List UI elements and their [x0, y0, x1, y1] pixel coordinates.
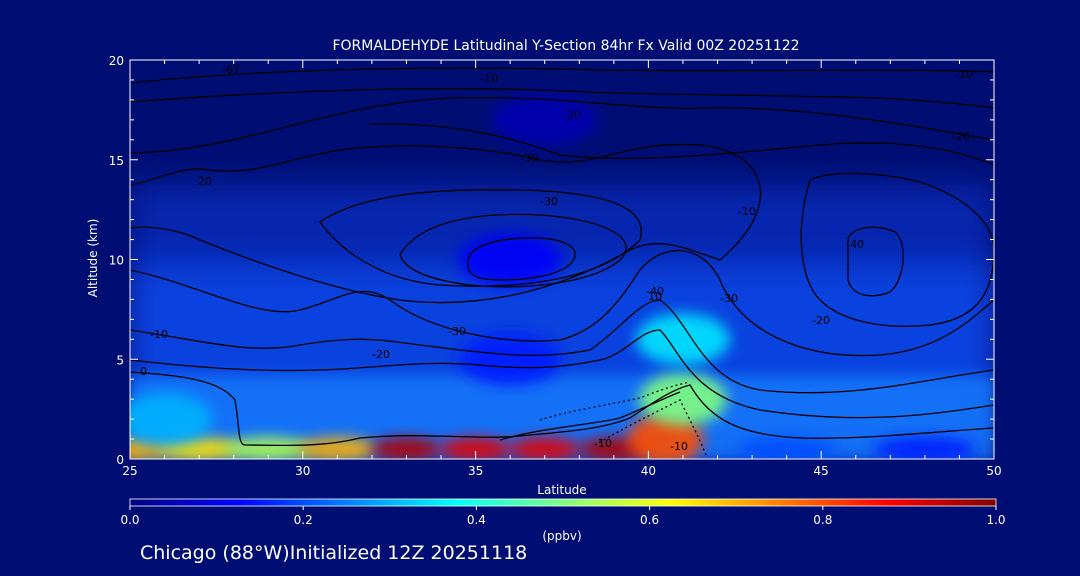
y-tick-label: 10 [109, 254, 124, 268]
x-axis-label: Latitude [537, 483, 586, 497]
contour-label: -10 [670, 440, 688, 453]
y-tick-label: 20 [109, 54, 124, 68]
chart-title: FORMALDEHYDE Latitudinal Y-Section 84hr … [332, 38, 799, 54]
contour-label: -30 [520, 152, 538, 165]
y-tick-label: 0 [116, 453, 124, 467]
x-tick-label: 40 [641, 464, 656, 478]
y-tick-label: 5 [116, 353, 124, 367]
chart-canvas: FORMALDEHYDE Latitudinal Y-Section 84hr … [86, 38, 1006, 543]
field-cell [635, 313, 730, 366]
contour-label: -67 [222, 63, 240, 76]
contour-label: -20 [372, 348, 390, 361]
contour-label: -40 [846, 238, 864, 251]
y-axis-label: Altitude (km) [86, 219, 100, 298]
colorbar-tick-label: 0.2 [294, 513, 313, 527]
x-tick-label: 50 [986, 464, 1001, 478]
colorbar-tick-label: 0.6 [640, 513, 659, 527]
contour-label: -30 [540, 195, 558, 208]
contour-label: -30 [448, 325, 466, 338]
contour-label: -10 [480, 72, 498, 85]
colorbar-ticks: 0.0 0.2 0.4 0.6 0.8 1.0 [120, 506, 1006, 527]
contour-label: -10 [955, 68, 973, 81]
contour-label: 20 [198, 175, 212, 188]
colorbar-tick-label: 0.0 [120, 513, 139, 527]
field-cell [458, 233, 562, 286]
contour-label: 10 [598, 437, 612, 450]
contour-label: -10 [150, 328, 168, 341]
colorbar-tick-label: 1.0 [986, 513, 1005, 527]
x-tick-label: 25 [122, 464, 137, 478]
contour-label: -20 [812, 314, 830, 327]
colorbar-tick-label: 0.8 [813, 513, 832, 527]
colorbar [129, 498, 997, 507]
contour-label: -10 [738, 205, 756, 218]
colorbar-label: (ppbv) [542, 529, 581, 543]
footer-caption: Chicago (88°W)Initialized 12Z 20251118 [140, 542, 528, 564]
contour-label: -20 [563, 109, 581, 122]
contour-label: 10 [648, 290, 662, 303]
contour-label: 0 [140, 365, 147, 378]
y-tick-label: 15 [109, 154, 124, 168]
contour-label: -30 [720, 292, 738, 305]
x-tick-label: 30 [295, 464, 310, 478]
contour-label: -20 [952, 130, 970, 143]
field-cell [638, 373, 727, 426]
x-tick-label: 35 [468, 464, 483, 478]
colorbar-tick-label: 0.4 [467, 513, 486, 527]
x-tick-label: 45 [814, 464, 829, 478]
